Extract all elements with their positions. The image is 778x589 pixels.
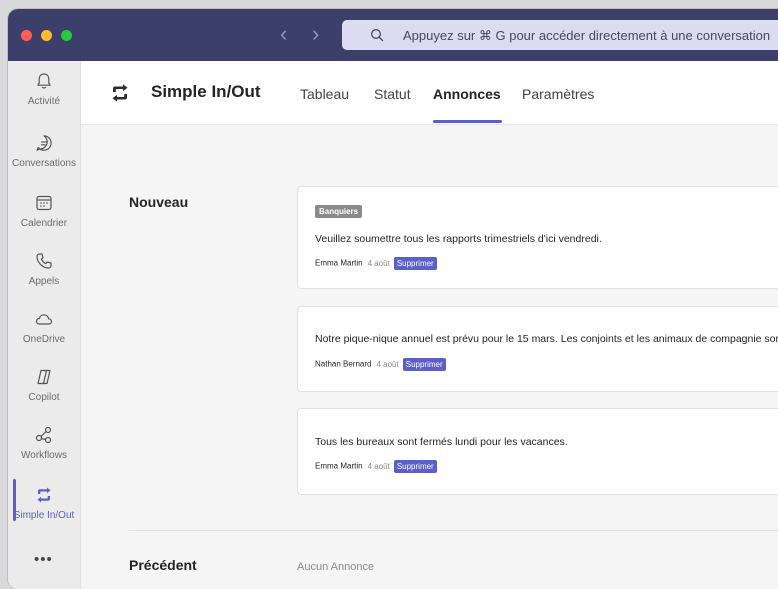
announcement-author: Emma Martin	[315, 258, 363, 268]
section-title-new: Nouveau	[129, 194, 189, 210]
team-badge: Banquiers	[315, 205, 363, 218]
title-bar: ‹ › Appuyez sur ⌘ G pour accéder directe…	[8, 9, 778, 61]
cloud-icon	[35, 314, 53, 325]
app-icon	[37, 487, 51, 503]
rail-label: OneDrive	[22, 334, 66, 345]
rail-label: Simple In/Out	[13, 510, 75, 521]
rail-label: Conversations	[12, 158, 76, 169]
section-divider	[129, 530, 778, 531]
minimize-window-button[interactable]	[41, 30, 52, 41]
announcement-meta: Nathan Bernard 4 août Supprimer	[315, 358, 446, 371]
announcement-meta: Emma Martin 4 août Supprimer	[315, 460, 437, 473]
announcement-text: Notre pique-nique annuel est prévu pour …	[315, 333, 778, 345]
delete-button[interactable]: Supprimer	[402, 358, 446, 371]
section-title-previous: Précédent	[129, 557, 197, 573]
search-placeholder: Appuyez sur ⌘ G pour accéder directement…	[403, 28, 771, 43]
rail-item-copilot[interactable]: Copilot	[8, 363, 80, 415]
rail-item-activite[interactable]: Activité	[8, 67, 80, 119]
chat-icon	[36, 135, 52, 151]
phone-icon	[36, 253, 52, 269]
active-tab-indicator	[433, 120, 502, 123]
rail-item-onedrive[interactable]: OneDrive	[8, 305, 80, 357]
copilot-icon	[37, 369, 51, 385]
app-logo-icon	[112, 84, 128, 102]
calendar-icon	[36, 195, 52, 211]
rail-label: Calendrier	[20, 218, 68, 229]
announcement-date: 4 août	[367, 258, 390, 268]
app-title: Simple In/Out	[151, 82, 261, 101]
search-input[interactable]: Appuyez sur ⌘ G pour accéder directement…	[342, 20, 778, 50]
delete-button[interactable]: Supprimer	[393, 257, 437, 270]
app-header: Simple In/Out Tableau Statut Annonces Pa…	[81, 61, 778, 125]
zoom-window-button[interactable]	[61, 30, 72, 41]
rail-label: Appels	[28, 276, 60, 287]
announcement-date: 4 août	[376, 359, 399, 369]
rail-label: Activité	[27, 96, 61, 107]
tab-statut[interactable]: Statut	[374, 86, 411, 102]
close-window-button[interactable]	[21, 30, 32, 41]
app-window: ‹ › Appuyez sur ⌘ G pour accéder directe…	[8, 9, 778, 589]
back-arrow-icon[interactable]: ‹	[280, 23, 287, 45]
rail-label: Workflows	[21, 450, 67, 461]
tab-tableau[interactable]: Tableau	[300, 86, 349, 102]
announcement-card: Notre pique-nique annuel est prévu pour …	[297, 306, 778, 392]
forward-arrow-icon[interactable]: ›	[312, 23, 319, 45]
announcement-text: Veuillez soumettre tous les rapports tri…	[315, 233, 602, 245]
announcement-date: 4 août	[367, 461, 390, 471]
workflow-icon	[35, 426, 52, 444]
rail-item-workflows[interactable]: Workflows	[8, 421, 80, 473]
rail-item-appels[interactable]: Appels	[8, 247, 80, 299]
announcement-author: Emma Martin	[315, 461, 363, 471]
rail-item-simple-in-out[interactable]: Simple In/Out	[8, 481, 80, 533]
search-icon	[371, 29, 384, 42]
empty-state-text: Aucun Annonce	[297, 561, 375, 573]
rail-item-calendrier[interactable]: Calendrier	[8, 189, 80, 241]
announcement-card: Banquiers Veuillez soumettre tous les ra…	[297, 186, 778, 289]
announcement-text: Tous les bureaux sont fermés lundi pour …	[315, 436, 568, 448]
rail-label: Copilot	[28, 392, 60, 403]
tab-annonces[interactable]: Annonces	[433, 86, 501, 102]
announcement-card: Tous les bureaux sont fermés lundi pour …	[297, 408, 778, 495]
announcement-meta: Emma Martin 4 août Supprimer	[315, 257, 437, 270]
announcement-author: Nathan Bernard	[315, 359, 372, 369]
delete-button[interactable]: Supprimer	[393, 460, 437, 473]
more-apps-icon[interactable]: •••	[34, 551, 53, 568]
tab-parametres[interactable]: Paramètres	[522, 86, 594, 102]
left-app-rail: Activité Conversations Calendrier Appels…	[8, 61, 81, 589]
bell-icon	[37, 73, 51, 89]
rail-item-conversations[interactable]: Conversations	[8, 129, 80, 181]
